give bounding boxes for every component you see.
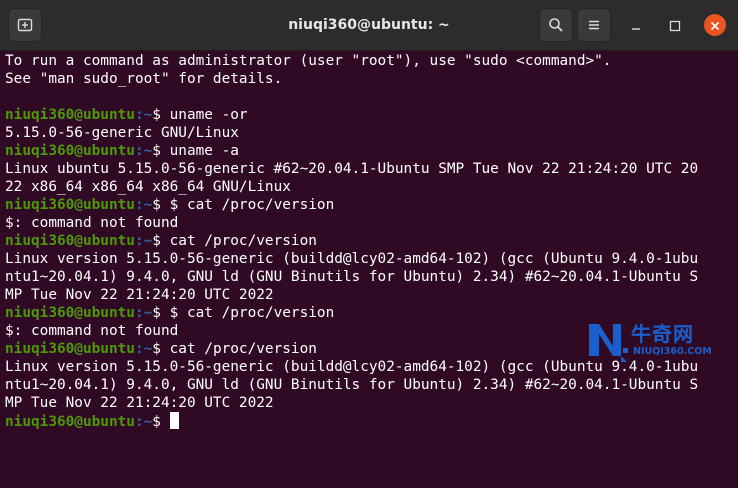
prompt-user-host: niuqi360@ubuntu <box>5 197 135 213</box>
new-tab-icon <box>17 17 33 33</box>
prompt-path: :~ <box>134 107 153 123</box>
hamburger-menu-icon <box>586 17 602 33</box>
prompt-user-host: niuqi360@ubuntu <box>5 233 135 249</box>
terminal-prompt-line: niuqi360@ubuntu:~$ uname -or <box>5 106 738 124</box>
terminal-output-line: ntu1~20.04.1) 9.4.0, GNU ld (GNU Binutil… <box>5 377 699 393</box>
prompt-user-host: niuqi360@ubuntu <box>5 341 135 357</box>
maximize-button[interactable] <box>666 17 684 35</box>
prompt-symbol: $ <box>152 414 170 430</box>
prompt-path: :~ <box>134 414 153 430</box>
close-icon <box>710 16 720 35</box>
prompt-path: :~ <box>134 305 153 321</box>
menu-button[interactable] <box>577 8 611 42</box>
terminal-output-line: 5.15.0-56-generic GNU/Linux <box>5 125 239 141</box>
terminal-output-line: MP Tue Nov 22 21:24:20 UTC 2022 <box>5 395 274 411</box>
maximize-icon <box>669 17 681 36</box>
prompt-symbol: $ <box>152 197 170 213</box>
prompt-symbol: $ <box>152 107 170 123</box>
new-tab-button[interactable] <box>8 8 42 42</box>
terminal-output-line: ntu1~20.04.1) 9.4.0, GNU ld (GNU Binutil… <box>5 269 699 285</box>
prompt-path: :~ <box>134 233 153 249</box>
command-text: $ cat /proc/version <box>169 305 335 321</box>
command-text: cat /proc/version <box>169 341 317 357</box>
minimize-icon <box>630 17 642 36</box>
prompt-user-host: niuqi360@ubuntu <box>5 107 135 123</box>
text-cursor <box>169 412 179 429</box>
search-icon <box>548 17 564 33</box>
prompt-path: :~ <box>134 197 153 213</box>
terminal-prompt-line: niuqi360@ubuntu:~$ $ cat /proc/version <box>5 196 738 214</box>
command-text: uname -a <box>169 143 239 159</box>
prompt-symbol: $ <box>152 143 170 159</box>
terminal-output-line: Linux version 5.15.0-56-generic (buildd@… <box>5 251 699 267</box>
terminal-window: niuqi360@ubuntu: ~ To run a command as a… <box>0 0 738 488</box>
title-bar: niuqi360@ubuntu: ~ <box>0 0 738 51</box>
prompt-path: :~ <box>134 341 153 357</box>
prompt-user-host: niuqi360@ubuntu <box>5 143 135 159</box>
terminal-output[interactable]: To run a command as administrator (user … <box>5 52 738 430</box>
close-button[interactable] <box>704 14 726 36</box>
prompt-user-host: niuqi360@ubuntu <box>5 305 135 321</box>
search-button[interactable] <box>539 8 573 42</box>
terminal-output-line: MP Tue Nov 22 21:24:20 UTC 2022 <box>5 287 274 303</box>
terminal-output-line: $: command not found <box>5 215 179 231</box>
prompt-symbol: $ <box>152 233 170 249</box>
terminal-output-line: 22 x86_64 x86_64 x86_64 GNU/Linux <box>5 179 291 195</box>
terminal-output-line: See "man sudo_root" for details. <box>5 71 283 87</box>
terminal-prompt-line: niuqi360@ubuntu:~$ <box>5 412 738 430</box>
watermark: 牛奇网 NIUQI360.COM <box>585 318 735 364</box>
command-text: $ cat /proc/version <box>169 197 335 213</box>
command-text: cat /proc/version <box>169 233 317 249</box>
prompt-user-host: niuqi360@ubuntu <box>5 414 135 430</box>
prompt-path: :~ <box>134 143 153 159</box>
prompt-symbol: $ <box>152 305 170 321</box>
terminal-output-line: Linux ubuntu 5.15.0-56-generic #62~20.04… <box>5 161 699 177</box>
terminal-prompt-line: niuqi360@ubuntu:~$ uname -a <box>5 142 738 160</box>
minimize-button[interactable] <box>627 17 645 35</box>
command-text: uname -or <box>169 107 248 123</box>
terminal-output-line: To run a command as administrator (user … <box>5 53 612 69</box>
prompt-symbol: $ <box>152 341 170 357</box>
watermark-url: NIUQI360.COM <box>633 346 712 357</box>
watermark-brand: 牛奇网 <box>631 322 694 346</box>
terminal-prompt-line: niuqi360@ubuntu:~$ cat /proc/version <box>5 232 738 250</box>
